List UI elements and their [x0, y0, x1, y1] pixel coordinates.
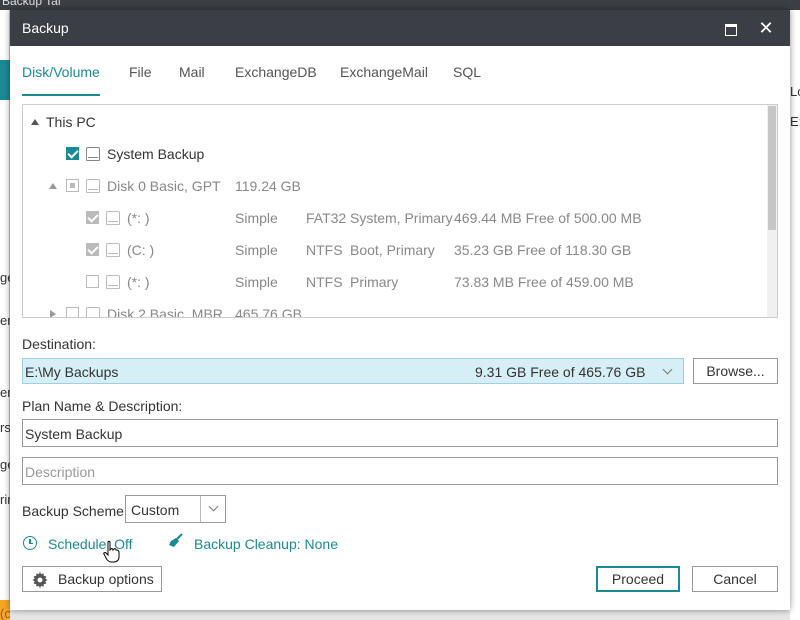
background-text: ge — [0, 457, 10, 472]
plan-label: Plan Name & Description: — [22, 398, 183, 414]
destination-path: E:\My Backups — [25, 364, 119, 380]
backup-dialog: Backup ✕ Disk/Volume File Mail ExchangeD… — [10, 10, 790, 610]
partition-fs: NTFS — [306, 242, 343, 258]
tab-mail[interactable]: Mail — [179, 64, 205, 80]
plan-description-input[interactable]: Description — [22, 457, 778, 485]
background-app-titlebar: Backup Tal — [0, 0, 800, 10]
background-text: Lo — [790, 84, 800, 99]
partition-type: Simple — [235, 274, 278, 290]
scrollbar-thumb[interactable] — [768, 106, 776, 230]
maximize-icon[interactable] — [720, 18, 740, 38]
tab-exchangedb[interactable]: ExchangeDB — [235, 64, 317, 80]
partition-role: System, Primary — [350, 210, 453, 226]
tab-sql[interactable]: SQL — [453, 64, 481, 80]
browse-button[interactable]: Browse... — [693, 358, 778, 384]
backup-scheme-label: Backup Scheme: — [22, 503, 128, 519]
tree-row-partition[interactable]: (*: ) Simple FAT32 System, Primary 469.4… — [23, 206, 767, 230]
background-text: er — [0, 385, 10, 400]
broom-icon — [169, 533, 183, 547]
system-backup-label: System Backup — [107, 146, 205, 162]
tab-disk-volume[interactable]: Disk/Volume — [22, 64, 100, 80]
tree-scrollbar[interactable] — [767, 105, 777, 317]
partition-fs: NTFS — [306, 274, 343, 290]
chevron-down-icon[interactable] — [201, 498, 225, 520]
background-text: erg — [0, 313, 10, 328]
backup-scheme-select[interactable]: Custom — [125, 495, 226, 523]
partition-space: 35.23 GB Free of 118.30 GB — [454, 242, 632, 258]
destination-label: Destination: — [22, 336, 96, 352]
drive-icon — [86, 307, 100, 317]
partition-space: 73.83 MB Free of 459.00 MB — [454, 274, 634, 290]
background-text: rim — [0, 492, 10, 507]
tree-row-partition[interactable]: (C: ) Simple NTFS Boot, Primary 35.23 GB… — [23, 238, 767, 262]
plan-name-value: System Backup — [25, 426, 123, 442]
partition-checkbox[interactable] — [86, 211, 99, 224]
destination-free-space: 9.31 GB Free of 465.76 GB — [475, 364, 646, 380]
background-app-title: Backup Tal — [2, 0, 61, 8]
tab-file[interactable]: File — [129, 64, 152, 80]
drive-icon — [106, 275, 120, 289]
background-text: E:\ — [790, 114, 800, 129]
description-placeholder: Description — [25, 464, 96, 480]
drive-icon — [106, 211, 120, 225]
chevron-down-icon[interactable] — [655, 361, 681, 381]
drive-icon — [86, 179, 100, 193]
background-accent — [0, 60, 10, 100]
disk-0-checkbox[interactable] — [66, 179, 79, 192]
clock-icon — [23, 536, 37, 550]
disk-name: Disk 0 Basic, GPT — [107, 178, 221, 194]
partition-type: Simple — [235, 210, 278, 226]
background-text: (c) — [0, 606, 10, 620]
partition-checkbox[interactable] — [86, 243, 99, 256]
tree-row-partition[interactable]: (*: ) Simple NTFS Primary 73.83 MB Free … — [23, 270, 767, 294]
background-app-right-panel — [790, 10, 800, 620]
tree-row-disk-2[interactable]: Disk 2 Basic, MBR 465.76 GB — [23, 302, 767, 318]
backup-options-button[interactable]: Backup options — [22, 566, 162, 592]
partition-role: Boot, Primary — [350, 242, 435, 258]
gear-icon — [32, 572, 48, 588]
disk-size: 465.76 GB — [235, 306, 302, 318]
tree-row-disk-0[interactable]: Disk 0 Basic, GPT 119.24 GB — [23, 174, 767, 198]
backup-scheme-value: Custom — [131, 502, 180, 518]
tree-row-system-backup[interactable]: System Backup — [23, 142, 767, 166]
close-icon[interactable]: ✕ — [756, 18, 776, 38]
partition-checkbox[interactable] — [86, 275, 99, 288]
partition-label: (*: ) — [127, 274, 150, 290]
background-text: rs — [0, 420, 10, 435]
system-backup-checkbox[interactable] — [66, 147, 79, 160]
expand-icon[interactable] — [31, 119, 39, 125]
disk-name: Disk 2 Basic, MBR — [107, 306, 223, 318]
drive-icon — [86, 147, 100, 161]
drive-icon — [106, 243, 120, 257]
disk-2-checkbox[interactable] — [66, 307, 79, 317]
background-text: ge — [0, 270, 10, 285]
hand-cursor-icon — [103, 540, 120, 563]
disk-tree: This PC System Backup Disk 0 Basic, GPT … — [22, 104, 778, 318]
partition-type: Simple — [235, 242, 278, 258]
expand-icon[interactable] — [49, 183, 57, 189]
dialog-titlebar[interactable]: Backup ✕ — [10, 10, 790, 46]
backup-options-label: Backup options — [58, 571, 154, 587]
partition-label: (C: ) — [127, 242, 155, 258]
proceed-button[interactable]: Proceed — [596, 566, 680, 592]
cancel-button[interactable]: Cancel — [692, 566, 778, 592]
active-tab-indicator — [22, 94, 100, 96]
plan-name-input[interactable]: System Backup — [22, 419, 778, 447]
expand-icon[interactable] — [50, 310, 56, 317]
disk-size: 119.24 GB — [235, 178, 301, 194]
backup-cleanup-link[interactable]: Backup Cleanup: None — [194, 536, 338, 552]
partition-role: Primary — [350, 274, 399, 290]
tree-root-label: This PC — [46, 114, 96, 130]
tree-row-this-pc[interactable]: This PC — [23, 110, 767, 134]
partition-space: 469.44 MB Free of 500.00 MB — [454, 210, 642, 226]
partition-label: (*: ) — [127, 210, 150, 226]
partition-fs: FAT32 — [306, 210, 347, 226]
dialog-title: Backup — [22, 20, 69, 36]
destination-dropdown[interactable]: E:\My Backups 9.31 GB Free of 465.76 GB — [22, 358, 684, 384]
tab-exchangemail[interactable]: ExchangeMail — [340, 64, 428, 80]
